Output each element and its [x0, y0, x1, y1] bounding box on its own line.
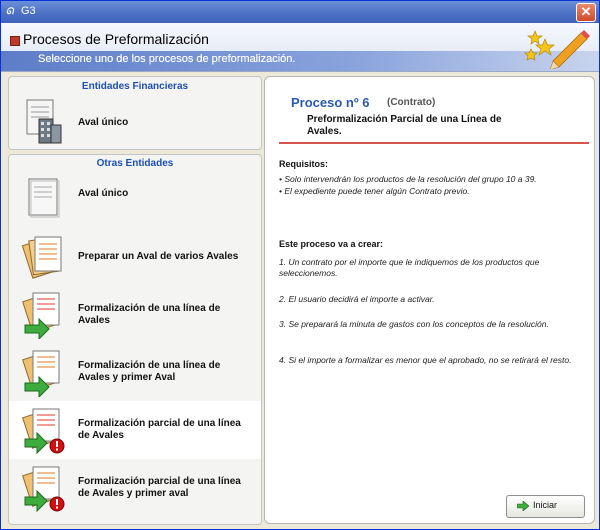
process-kind: (Contrato)	[387, 97, 436, 108]
step-item: 4. Si el importe a formalizar es menor q…	[279, 355, 572, 365]
document-icon	[28, 178, 60, 218]
start-button-label: Iniciar	[533, 500, 558, 510]
group-otras-entidades: Otras Entidades Aval único Preparar un A…	[8, 154, 262, 525]
requirements-title: Requisitos:	[279, 159, 329, 169]
process-item-label: Formalización parcial de una línea de Av…	[78, 476, 241, 499]
process-item-formalizacion-parcial[interactable]: Formalización parcial de una línea de Av…	[9, 401, 261, 459]
page-subtitle: Seleccione uno de los procesos de prefor…	[38, 53, 296, 65]
start-button[interactable]: Iniciar	[506, 495, 585, 518]
creates-title: Este proceso va a crear:	[279, 239, 384, 249]
header-panel: Procesos de Preformalización Seleccione …	[1, 23, 599, 72]
process-item-label: Formalización parcial de una línea de Av…	[78, 418, 241, 441]
process-item-formalizacion-linea[interactable]: Formalización de una línea de Avales	[9, 285, 261, 343]
process-item-label: Formalización de una línea de Avales y p…	[78, 360, 221, 383]
step-item: 1. Un contrato por el importe que le ind…	[279, 257, 540, 278]
documents-arrow-icon	[22, 292, 60, 339]
step-item: 2. El usuario decidirá el importe a acti…	[279, 294, 435, 304]
requirement-item: • El expediente puede tener algún Contra…	[279, 186, 470, 196]
process-item-label: Aval único	[78, 117, 129, 128]
stacked-documents-icon	[21, 236, 62, 279]
process-detail-panel: Proceso nº 6 (Contrato) Preformalización…	[264, 76, 595, 524]
documents-arrow-icon	[22, 350, 60, 397]
documents-arrow-warning-icon	[22, 408, 65, 455]
app-icon: ᘏ	[6, 6, 14, 16]
process-item-formalizacion-parcial-primer-aval[interactable]: Formalización parcial de una línea de Av…	[9, 459, 261, 517]
documents-arrow-warning-icon	[22, 466, 65, 513]
process-item-formalizacion-linea-primer-aval[interactable]: Formalización de una línea de Avales y p…	[9, 343, 261, 401]
process-description: Preformalización Parcial de una Línea de…	[307, 114, 502, 137]
process-item-preparar-aval[interactable]: Preparar un Aval de varios Avales	[9, 227, 261, 285]
process-number-title: Proceso nº 6	[291, 95, 370, 110]
group-entidades-financieras: Entidades Financieras Aval único	[8, 76, 262, 150]
process-item-aval-unico-financieras[interactable]: Aval único	[9, 93, 261, 151]
group-title-entidades-financieras: Entidades Financieras	[81, 81, 189, 92]
title-bar: ᘏ G3 ✕	[1, 1, 599, 23]
process-item-label: Preparar un Aval de varios Avales	[78, 251, 239, 262]
building-document-icon	[26, 99, 62, 144]
process-item-aval-unico-otras[interactable]: Aval único	[9, 169, 261, 227]
process-icon	[10, 36, 20, 46]
close-button[interactable]: ✕	[576, 3, 596, 22]
requirement-item: • Solo intervendrán los productos de la …	[279, 174, 537, 184]
page-title: Procesos de Preformalización	[23, 31, 209, 47]
stars-pencil-icon	[524, 30, 590, 69]
arrow-right-icon	[517, 501, 529, 511]
group-title-otras-entidades: Otras Entidades	[96, 158, 174, 169]
separator-line	[279, 142, 589, 144]
step-item: 3. Se preparará la minuta de gastos con …	[279, 319, 549, 329]
main-window: ᘏ G3 ✕ Procesos de Preformalización Sele…	[0, 0, 600, 530]
process-item-label: Aval único	[78, 188, 129, 199]
process-list-panel: Entidades Financieras Aval único Otras E…	[8, 76, 262, 525]
process-item-label: Formalización de una línea de Avales	[78, 303, 221, 326]
window-title: G3	[21, 5, 36, 17]
